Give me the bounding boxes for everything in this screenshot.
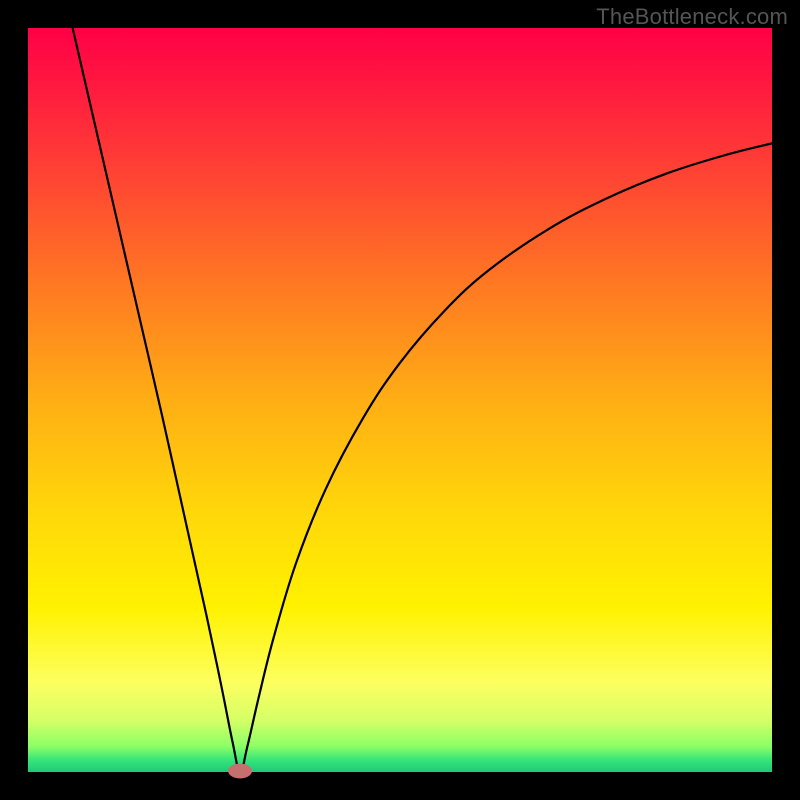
chart-container: TheBottleneck.com xyxy=(0,0,800,800)
chart-plot-area xyxy=(28,28,772,772)
bottleneck-chart xyxy=(0,0,800,800)
minimum-marker xyxy=(228,764,252,779)
watermark-text: TheBottleneck.com xyxy=(596,4,788,30)
